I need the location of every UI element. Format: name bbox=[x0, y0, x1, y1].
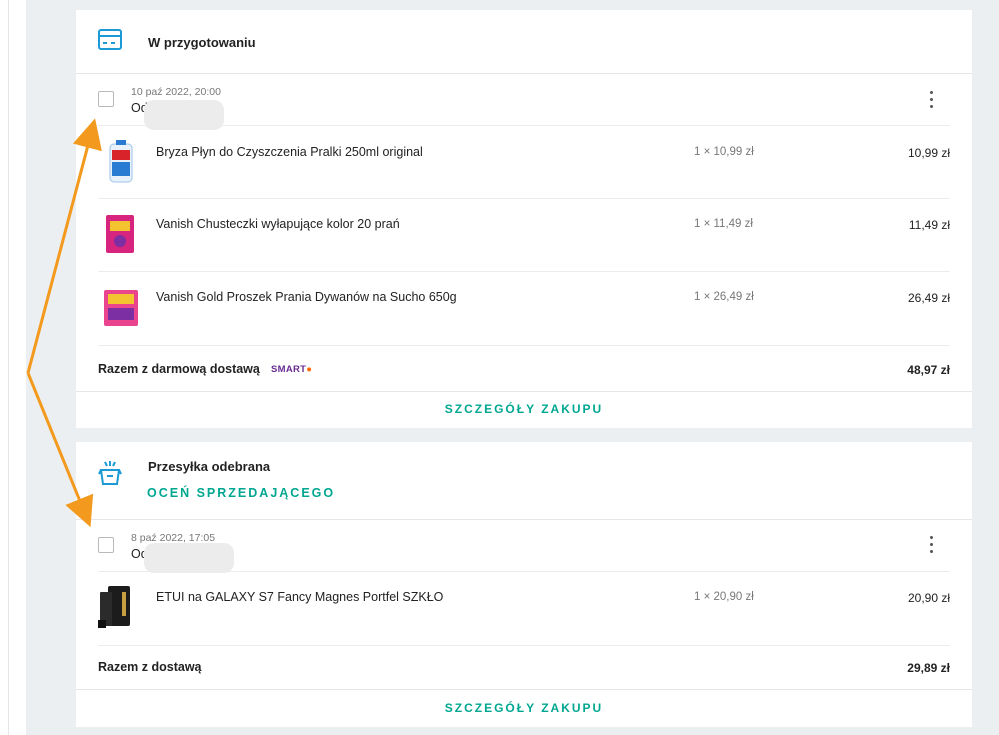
smart-badge: SMART● bbox=[271, 364, 313, 375]
order-select-checkbox[interactable] bbox=[98, 91, 114, 107]
product-total-price: 11,49 zł bbox=[908, 218, 950, 232]
product-name[interactable]: Vanish Chusteczki wyłapujące kolor 20 pr… bbox=[156, 217, 400, 231]
divider bbox=[98, 198, 950, 199]
order-card-2: Przesyłka odebrana OCEŃ SPRZEDAJĄCEGO 8 … bbox=[76, 442, 972, 727]
divider bbox=[98, 271, 950, 272]
divider bbox=[98, 125, 950, 126]
order-date: 10 paź 2022, 20:00 bbox=[131, 86, 221, 98]
product-quantity-price: 1 × 10,99 zł bbox=[694, 146, 754, 158]
product-quantity-price: 1 × 20,90 zł bbox=[694, 591, 754, 603]
package-preparing-icon bbox=[98, 29, 122, 50]
rate-seller-link[interactable]: OCEŃ SPRZEDAJĄCEGO bbox=[147, 486, 335, 500]
product-image-vanish-gold bbox=[104, 290, 138, 326]
product-name[interactable]: Vanish Gold Proszek Prania Dywanów na Su… bbox=[156, 290, 457, 304]
order-total-label: Razem z darmową dostawą bbox=[98, 362, 260, 376]
product-image-vanish-wipes bbox=[106, 215, 134, 253]
order-card-1: W przygotowaniu 10 paź 2022, 20:00 Od Br… bbox=[76, 10, 972, 428]
purchase-details-link[interactable]: SZCZEGÓŁY ZAKUPU bbox=[76, 701, 972, 715]
product-name[interactable]: ETUI na GALAXY S7 Fancy Magnes Portfel S… bbox=[156, 590, 443, 604]
product-image-bryza bbox=[109, 140, 133, 183]
more-vertical-icon[interactable] bbox=[930, 536, 934, 557]
product-name[interactable]: Bryza Płyn do Czyszczenia Pralki 250ml o… bbox=[156, 145, 423, 159]
divider bbox=[76, 519, 972, 520]
divider bbox=[76, 73, 972, 74]
more-vertical-icon[interactable] bbox=[930, 91, 934, 112]
product-quantity-price: 1 × 11,49 zł bbox=[694, 218, 753, 230]
order-total-value: 29,89 zł bbox=[907, 661, 950, 675]
product-total-price: 26,49 zł bbox=[907, 291, 950, 305]
left-border-line bbox=[8, 0, 9, 735]
divider bbox=[98, 571, 950, 572]
smart-badge-icon: ● bbox=[306, 364, 313, 375]
order-select-checkbox[interactable] bbox=[98, 537, 114, 553]
purchase-details-link[interactable]: SZCZEGÓŁY ZAKUPU bbox=[76, 402, 972, 416]
seller-name-redacted bbox=[144, 543, 234, 573]
divider bbox=[98, 345, 950, 346]
divider bbox=[76, 689, 972, 690]
product-image-phone-case bbox=[98, 586, 130, 628]
order-status-title: Przesyłka odebrana bbox=[148, 459, 271, 474]
product-quantity-price: 1 × 26,49 zł bbox=[694, 291, 754, 303]
package-received-icon bbox=[98, 461, 122, 485]
product-total-price: 10,99 zł bbox=[907, 146, 950, 160]
product-total-price: 20,90 zł bbox=[907, 591, 950, 605]
order-status-title: W przygotowaniu bbox=[148, 35, 256, 50]
order-total-label: Razem z dostawą bbox=[98, 660, 202, 674]
divider bbox=[98, 645, 950, 646]
divider bbox=[76, 391, 972, 392]
order-total-value: 48,97 zł bbox=[907, 363, 950, 377]
